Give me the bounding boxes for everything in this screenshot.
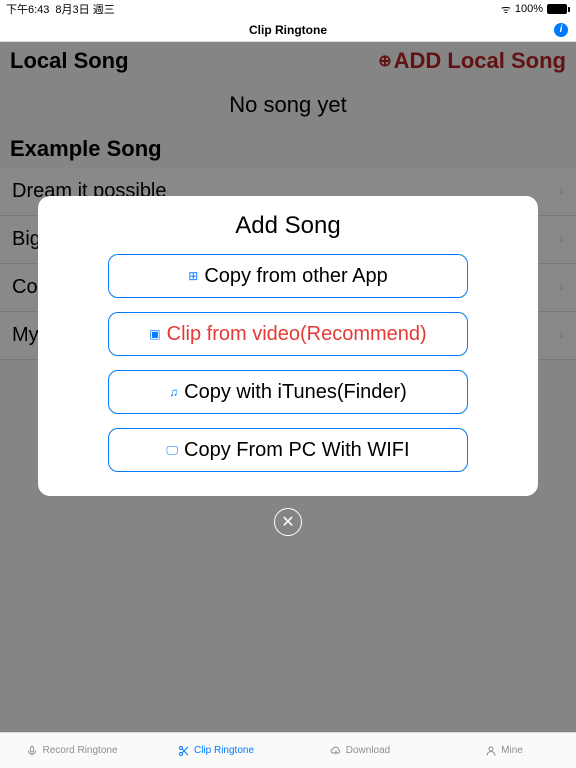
status-date: 8月3日 週三 [55, 1, 114, 17]
music-note-icon: ♫ [169, 385, 178, 399]
battery-percent: 100% [515, 3, 543, 15]
clip-from-video-button[interactable]: ▣ Clip from video(Recommend) [108, 312, 468, 356]
main-content: Local Song ⊕ ADD Local Song No song yet … [0, 42, 576, 732]
modal-title: Add Song [235, 212, 340, 240]
copy-with-itunes-button[interactable]: ♫ Copy with iTunes(Finder) [108, 370, 468, 414]
cloud-download-icon [330, 745, 342, 757]
tab-label: Record Ringtone [42, 745, 117, 756]
tab-mine[interactable]: Mine [432, 733, 576, 768]
status-bar: 下午6:43 8月3日 週三 ᯤ 100% [0, 0, 576, 18]
status-time: 下午6:43 [6, 1, 49, 17]
monitor-icon: 🖵 [166, 443, 178, 458]
scissors-icon [178, 745, 190, 757]
option-label: Clip from video(Recommend) [167, 323, 427, 346]
tab-bar: Record Ringtone Clip Ringtone Download M… [0, 732, 576, 768]
copy-from-pc-wifi-button[interactable]: 🖵 Copy From PC With WIFI [108, 428, 468, 472]
video-icon: ▣ [149, 327, 160, 341]
info-icon[interactable]: i [554, 23, 568, 37]
tab-download[interactable]: Download [288, 733, 432, 768]
copy-from-other-app-button[interactable]: ⊞ Copy from other App [108, 254, 468, 298]
battery-icon [547, 4, 570, 14]
tab-label: Mine [501, 745, 523, 756]
add-song-modal: Add Song ⊞ Copy from other App ▣ Clip fr… [38, 196, 538, 496]
tab-label: Clip Ringtone [194, 745, 254, 756]
nav-title: Clip Ringtone [249, 23, 327, 37]
tab-record-ringtone[interactable]: Record Ringtone [0, 733, 144, 768]
option-label: Copy from other App [204, 265, 387, 288]
person-icon [485, 745, 497, 757]
tab-label: Download [346, 745, 390, 756]
tab-clip-ringtone[interactable]: Clip Ringtone [144, 733, 288, 768]
wifi-icon: ᯤ [501, 2, 511, 17]
option-label: Copy From PC With WIFI [184, 439, 410, 462]
option-label: Copy with iTunes(Finder) [184, 381, 407, 404]
modal-overlay[interactable]: Add Song ⊞ Copy from other App ▣ Clip fr… [0, 42, 576, 732]
close-modal-button[interactable]: ✕ [274, 508, 302, 536]
nav-bar: Clip Ringtone i [0, 18, 576, 42]
microphone-icon [26, 745, 38, 757]
grid-icon: ⊞ [188, 269, 198, 283]
close-icon: ✕ [281, 512, 294, 532]
